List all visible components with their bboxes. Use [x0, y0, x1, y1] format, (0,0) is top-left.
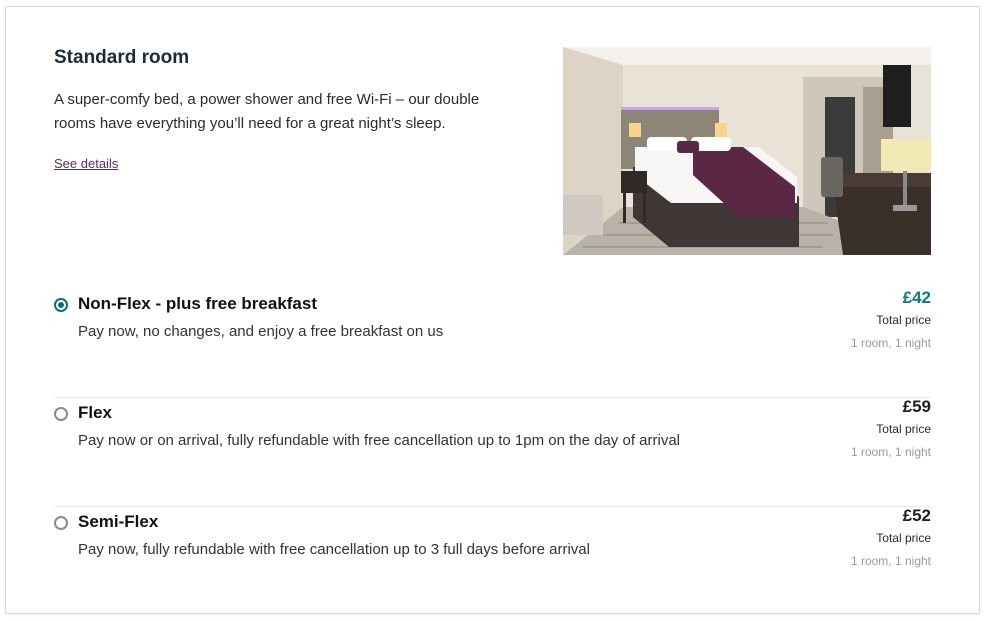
rate-option-semi-flex[interactable]: Semi-Flex Pay now, fully refundable with… — [54, 506, 931, 615]
rate-description: Pay now, fully refundable with free canc… — [78, 541, 590, 558]
total-price-label: Total price — [876, 531, 931, 545]
total-price-label: Total price — [876, 313, 931, 327]
rate-price: £42 — [902, 288, 931, 307]
room-title: Standard room — [54, 47, 190, 68]
rate-price: £59 — [902, 397, 931, 416]
room-photo[interactable] — [563, 47, 931, 255]
rate-description: Pay now or on arrival, fully refundable … — [78, 432, 680, 449]
rate-name: Semi-Flex — [78, 512, 159, 531]
room-card: Standard room A super-comfy bed, a power… — [5, 6, 980, 614]
total-price-label: Total price — [876, 422, 931, 436]
rate-price: £52 — [902, 506, 931, 525]
rate-name: Flex — [78, 403, 113, 422]
see-details-link[interactable]: See details — [54, 156, 118, 171]
non-flex-radio[interactable] — [54, 298, 68, 312]
rate-option-non-flex[interactable]: Non-Flex - plus free breakfast Pay now, … — [54, 288, 931, 398]
room-description: A super-comfy bed, a power shower and fr… — [54, 91, 480, 132]
rate-name: Non-Flex - plus free breakfast — [78, 294, 318, 313]
room-night-note: 1 room, 1 night — [850, 336, 931, 350]
rate-option-flex[interactable]: Flex Pay now or on arrival, fully refund… — [54, 397, 931, 507]
room-night-note: 1 room, 1 night — [850, 554, 931, 568]
flex-radio[interactable] — [54, 407, 68, 421]
semi-flex-radio[interactable] — [54, 516, 68, 530]
rate-description: Pay now, no changes, and enjoy a free br… — [78, 323, 444, 340]
room-night-note: 1 room, 1 night — [850, 445, 931, 459]
